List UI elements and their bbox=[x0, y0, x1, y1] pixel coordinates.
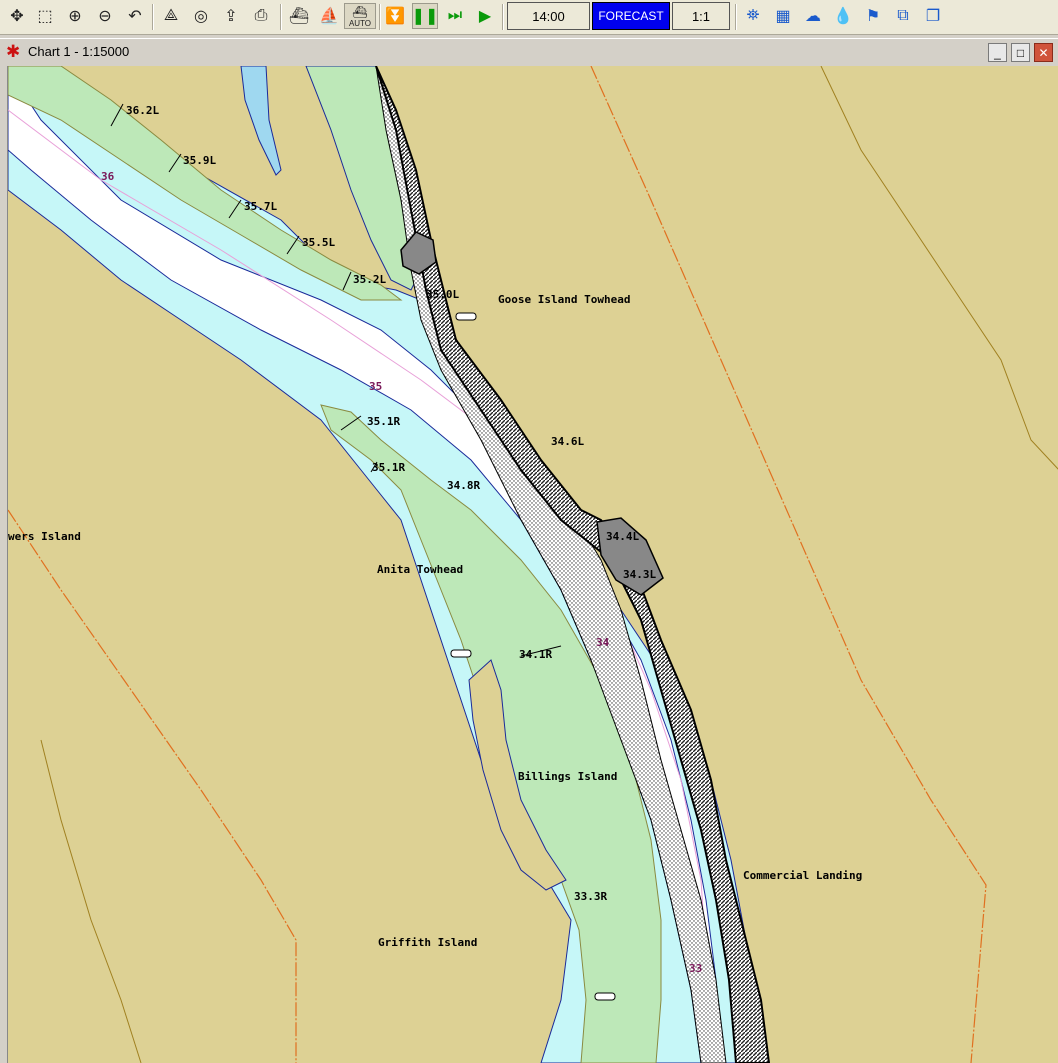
fast-forward-icon[interactable]: ⏭ bbox=[442, 3, 468, 29]
river-mile-34: 34 bbox=[596, 636, 610, 649]
mile-marker-35-0L: 35.0L bbox=[426, 288, 459, 301]
weather-icon[interactable]: ☁ bbox=[800, 3, 826, 29]
mile-marker-35-9L: 35.9L bbox=[183, 154, 216, 167]
mile-marker-35-1R-lower: 35.1R bbox=[372, 461, 405, 474]
river-mile-36: 36 bbox=[101, 170, 115, 183]
scale-ratio-display[interactable]: 1:1 bbox=[672, 2, 730, 30]
export-icon[interactable]: ⇪ bbox=[218, 3, 244, 29]
undo-icon[interactable]: ↶ bbox=[122, 3, 148, 29]
measure-icon[interactable]: ⟁ bbox=[158, 3, 184, 29]
windows-icon[interactable]: ❐ bbox=[920, 3, 946, 29]
river-mile-33: 33 bbox=[689, 962, 702, 975]
copy-icon[interactable]: ⧉ bbox=[890, 3, 916, 29]
vessel-icon[interactable]: ⛴ bbox=[286, 3, 312, 29]
minimize-button[interactable]: _ bbox=[988, 43, 1007, 62]
anita-towhead-label: Anita Towhead bbox=[377, 563, 463, 576]
mile-marker-35-2L: 35.2L bbox=[353, 273, 386, 286]
close-button[interactable]: ✕ bbox=[1034, 43, 1053, 62]
graph-icon[interactable]: ▦ bbox=[770, 3, 796, 29]
bowers-island-label: wers Island bbox=[8, 530, 81, 543]
app-icon: ✱ bbox=[6, 42, 21, 61]
mile-marker-34-1R: 34.1R bbox=[519, 648, 552, 661]
mile-marker-36-2L: 36.2L bbox=[126, 104, 159, 117]
route-icon[interactable]: ⛵ bbox=[316, 3, 342, 29]
window-title: Chart 1 - 1:15000 bbox=[28, 44, 130, 59]
griffith-island-label: Griffith Island bbox=[378, 936, 477, 949]
mile-marker-34-3L: 34.3L bbox=[623, 568, 656, 581]
mile-marker-35-5L: 35.5L bbox=[302, 236, 335, 249]
mile-marker-34-6L: 34.6L bbox=[551, 435, 584, 448]
maximize-button[interactable]: □ bbox=[1011, 43, 1030, 62]
play-icon[interactable]: ▶ bbox=[472, 3, 498, 29]
pan-icon[interactable]: ✥ bbox=[4, 3, 30, 29]
nautical-chart[interactable]: Goose Island Towhead wers Island Anita T… bbox=[7, 66, 1058, 1063]
satellite-icon[interactable]: ⛯ bbox=[740, 3, 766, 29]
stop-icon[interactable]: ⏬ bbox=[382, 3, 408, 29]
clock-display: 14:00 bbox=[507, 2, 590, 30]
goose-island-towhead-label: Goose Island Towhead bbox=[498, 293, 630, 306]
mile-marker-33-3R: 33.3R bbox=[574, 890, 607, 903]
billings-island-label: Billings Island bbox=[518, 770, 617, 783]
river-mile-35: 35 bbox=[369, 380, 382, 393]
zoom-in-icon[interactable]: ⊕ bbox=[62, 3, 88, 29]
zoom-out-icon[interactable]: ⊖ bbox=[92, 3, 118, 29]
mile-marker-34-8R: 34.8R bbox=[447, 479, 480, 492]
marker-icon[interactable]: ⚑ bbox=[860, 3, 886, 29]
main-toolbar: ✥ ⬚ ⊕ ⊖ ↶ ⟁ ◎ ⇪ ⎙ ⛴ ⛵ ⛴ AUTO ⏬ ❚❚ ⏭ ▶ 14:… bbox=[0, 0, 1058, 35]
target-icon[interactable]: ◎ bbox=[188, 3, 214, 29]
pause-icon[interactable]: ❚❚ bbox=[412, 3, 438, 29]
chart-window-titlebar[interactable]: ✱ Chart 1 - 1:15000 _ □ ✕ bbox=[0, 38, 1058, 66]
chart-canvas[interactable]: Goose Island Towhead wers Island Anita T… bbox=[8, 66, 1058, 1063]
zoom-box-icon[interactable]: ⬚ bbox=[32, 3, 58, 29]
forecast-button[interactable]: FORECAST bbox=[592, 2, 670, 30]
print-icon[interactable]: ⎙ bbox=[248, 3, 274, 29]
mile-marker-34-4L: 34.4L bbox=[606, 530, 639, 543]
mile-marker-35-1R-upper: 35.1R bbox=[367, 415, 400, 428]
mile-marker-35-7L: 35.7L bbox=[244, 200, 277, 213]
auto-button[interactable]: ⛴ AUTO bbox=[344, 3, 376, 29]
commercial-landing-label: Commercial Landing bbox=[743, 869, 862, 882]
water-level-icon[interactable]: 💧 bbox=[830, 3, 856, 29]
